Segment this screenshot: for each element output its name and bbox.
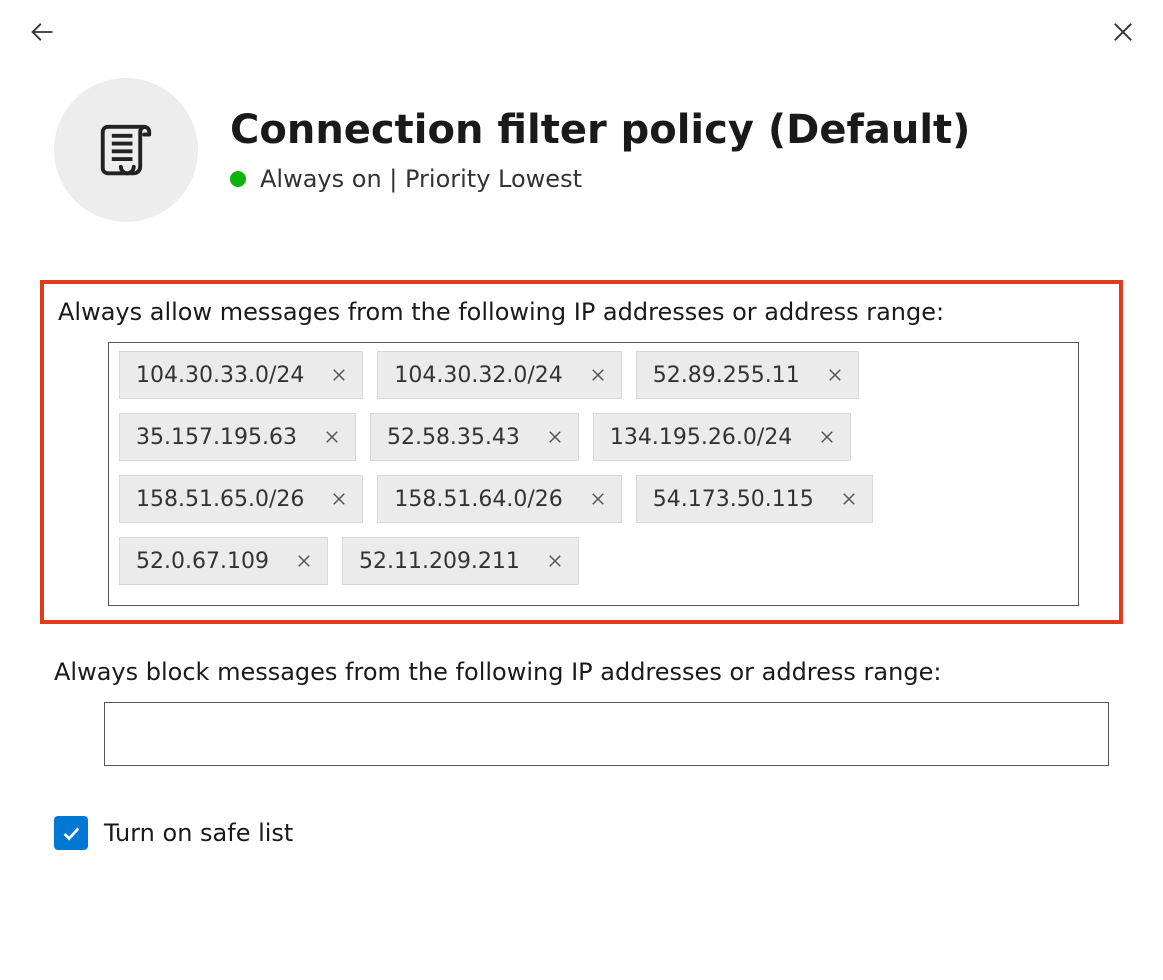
arrow-left-icon (28, 18, 56, 46)
close-icon (589, 366, 607, 384)
remove-chip-button[interactable] (542, 424, 568, 450)
safe-list-checkbox[interactable] (54, 816, 88, 850)
policy-header: Connection filter policy (Default) Alway… (0, 60, 1163, 246)
status-line: Always on | Priority Lowest (230, 165, 970, 193)
ip-chip-label: 52.0.67.109 (136, 549, 269, 574)
remove-chip-button[interactable] (542, 548, 568, 574)
policy-icon-avatar (54, 78, 198, 222)
remove-chip-button[interactable] (814, 424, 840, 450)
remove-chip-button[interactable] (585, 486, 611, 512)
allow-label: Always allow messages from the following… (58, 298, 1079, 326)
ip-chip-label: 134.195.26.0/24 (610, 425, 792, 450)
status-dot-icon (230, 171, 246, 187)
ip-chip-label: 158.51.64.0/26 (394, 487, 562, 512)
close-icon (826, 366, 844, 384)
ip-chip: 104.30.33.0/24 (119, 351, 363, 399)
remove-chip-button[interactable] (822, 362, 848, 388)
ip-chip-label: 104.30.32.0/24 (394, 363, 562, 388)
remove-chip-button[interactable] (836, 486, 862, 512)
ip-chip: 35.157.195.63 (119, 413, 356, 461)
close-button[interactable] (1103, 12, 1143, 56)
safe-list-label: Turn on safe list (104, 819, 293, 847)
status-text: Always on | Priority Lowest (260, 165, 582, 193)
close-icon (589, 490, 607, 508)
close-icon (818, 428, 836, 446)
close-icon (840, 490, 858, 508)
close-icon (546, 428, 564, 446)
ip-chip-label: 54.173.50.115 (653, 487, 814, 512)
ip-chip-label: 52.58.35.43 (387, 425, 520, 450)
close-icon (330, 366, 348, 384)
checkmark-icon (60, 822, 82, 844)
scroll-icon (95, 119, 157, 181)
remove-chip-button[interactable] (326, 362, 352, 388)
remove-chip-button[interactable] (585, 362, 611, 388)
ip-chip-label: 52.11.209.211 (359, 549, 520, 574)
ip-chip: 52.0.67.109 (119, 537, 328, 585)
back-button[interactable] (22, 12, 62, 56)
ip-chip: 52.11.209.211 (342, 537, 579, 585)
close-icon (1109, 18, 1137, 46)
ip-chip: 52.89.255.11 (636, 351, 859, 399)
remove-chip-button[interactable] (291, 548, 317, 574)
page-title: Connection filter policy (Default) (230, 107, 970, 153)
allow-section-highlight: Always allow messages from the following… (40, 280, 1123, 624)
ip-chip: 104.30.32.0/24 (377, 351, 621, 399)
safe-list-row: Turn on safe list (0, 816, 1163, 850)
block-section: Always block messages from the following… (0, 658, 1163, 766)
ip-chip: 134.195.26.0/24 (593, 413, 851, 461)
block-ip-input[interactable] (104, 702, 1109, 766)
ip-chip: 54.173.50.115 (636, 475, 873, 523)
close-icon (323, 428, 341, 446)
ip-chip: 158.51.64.0/26 (377, 475, 621, 523)
ip-chip-label: 158.51.65.0/26 (136, 487, 304, 512)
ip-chip-label: 104.30.33.0/24 (136, 363, 304, 388)
remove-chip-button[interactable] (319, 424, 345, 450)
ip-chip: 158.51.65.0/26 (119, 475, 363, 523)
block-label: Always block messages from the following… (54, 658, 1109, 686)
close-icon (330, 490, 348, 508)
ip-chip: 52.58.35.43 (370, 413, 579, 461)
ip-chip-label: 52.89.255.11 (653, 363, 800, 388)
close-icon (295, 552, 313, 570)
remove-chip-button[interactable] (326, 486, 352, 512)
close-icon (546, 552, 564, 570)
ip-chip-label: 35.157.195.63 (136, 425, 297, 450)
allow-ip-input[interactable]: 104.30.33.0/24 104.30.32.0/24 52.89.255.11… (108, 342, 1079, 606)
